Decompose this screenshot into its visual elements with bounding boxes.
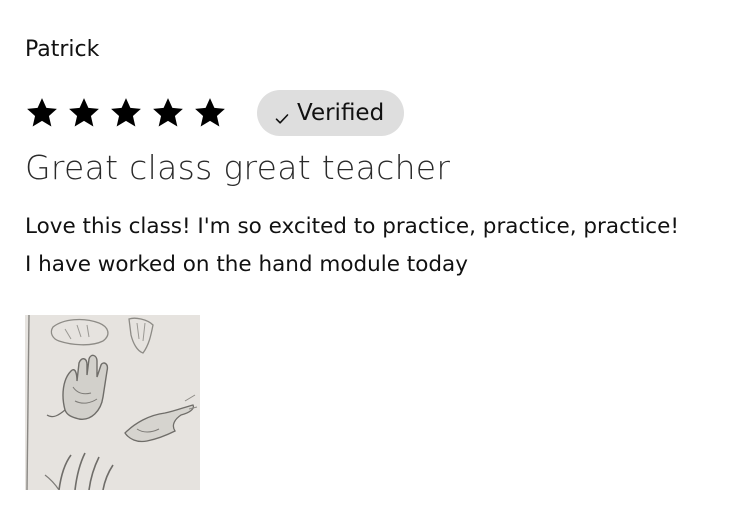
star-icon (151, 96, 185, 130)
review-body-line: I have worked on the hand module today (25, 252, 468, 277)
star-icon (109, 96, 143, 130)
verified-label: Verified (297, 100, 385, 126)
star-icon (25, 96, 59, 130)
star-icon (193, 96, 227, 130)
review-title: Great class great teacher (25, 148, 451, 187)
star-rating (25, 96, 227, 130)
verified-badge: Verified (257, 90, 405, 136)
star-icon (67, 96, 101, 130)
check-icon (275, 106, 289, 124)
reviewer-name: Patrick (25, 37, 100, 62)
hand-sketch-photo (25, 315, 200, 490)
review-photo-thumbnail[interactable] (25, 315, 200, 490)
review-body-line: Love this class! I'm so excited to pract… (25, 214, 679, 239)
review-body: Love this class! I'm so excited to pract… (25, 208, 730, 284)
rating-row: Verified (25, 90, 405, 136)
